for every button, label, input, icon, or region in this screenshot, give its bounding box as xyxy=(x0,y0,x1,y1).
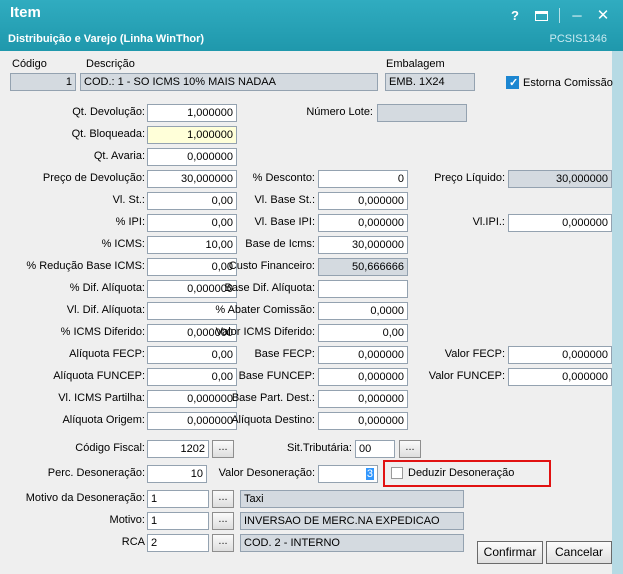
vl-icms-partilha-label: Vl. ICMS Partilha: xyxy=(58,392,145,404)
aliquota-funcep-label: Alíquota FUNCEP: xyxy=(53,370,145,382)
qt-avaria-field[interactable]: 0,000000 xyxy=(147,148,237,166)
perc-ipi-label: % IPI: xyxy=(115,216,145,228)
window-title: Item xyxy=(10,4,41,21)
motivo-desoneracao-label: Motivo da Desoneração: xyxy=(25,492,145,504)
confirmar-button[interactable]: Confirmar xyxy=(477,541,543,564)
valor-desoneracao-label: Valor Desoneração: xyxy=(218,467,315,479)
window-subtitle: Distribuição e Varejo (Linha WinThor) xyxy=(8,33,205,45)
base-icms-field[interactable]: 30,000000 xyxy=(318,236,408,254)
codigo-fiscal-browse-button[interactable]: ... xyxy=(212,440,234,458)
perc-reducao-base-icms-label: % Redução Base ICMS: xyxy=(26,260,145,272)
rca-label: RCA xyxy=(121,536,145,548)
qt-bloqueada-label: Qt. Bloqueada: xyxy=(71,128,145,140)
base-fecp-label: Base FECP: xyxy=(254,348,315,360)
vl-dif-aliquota-label: Vl. Dif. Alíquota: xyxy=(66,304,145,316)
embalagem-field: EMB. 1X24 xyxy=(385,73,475,91)
valor-fecp-field[interactable]: 0,000000 xyxy=(508,346,612,364)
item-dialog: Item ? ─ ✕ Distribuição e Varejo (Linha … xyxy=(0,0,623,574)
motivo-label: Motivo: xyxy=(109,514,145,526)
motivo-desoneracao-text-field: Taxi xyxy=(240,490,464,508)
base-dif-aliquota-field[interactable] xyxy=(318,280,408,298)
numero-lote-field xyxy=(377,104,467,122)
valor-icms-diferido-label: Valor ICMS Diferido: xyxy=(215,326,315,338)
sit-tributaria-label: Sit.Tributária: xyxy=(286,442,352,454)
vl-base-st-field[interactable]: 0,000000 xyxy=(318,192,408,210)
cancelar-button[interactable]: Cancelar xyxy=(546,541,612,564)
embalagem-label: Embalagem xyxy=(386,58,445,70)
perc-dif-aliquota-label: % Dif. Alíquota: xyxy=(69,282,145,294)
preco-liquido-field: 30,000000 xyxy=(508,170,612,188)
motivo-desoneracao-browse-button[interactable]: ... xyxy=(212,490,234,508)
descricao-label: Descrição xyxy=(86,58,135,70)
custo-financeiro-field: 50,666666 xyxy=(318,258,408,276)
vl-ipi-field[interactable]: 0,000000 xyxy=(508,214,612,232)
valor-funcep-label: Valor FUNCEP: xyxy=(428,370,505,382)
base-funcep-label: Base FUNCEP: xyxy=(238,370,315,382)
valor-icms-diferido-field[interactable]: 0,00 xyxy=(318,324,408,342)
preco-liquido-label: Preço Líquido: xyxy=(434,172,505,184)
qt-devolucao-field[interactable]: 1,000000 xyxy=(147,104,237,122)
vl-base-ipi-label: Vl. Base IPI: xyxy=(254,216,315,228)
motivo-browse-button[interactable]: ... xyxy=(212,512,234,530)
rca-browse-button[interactable]: ... xyxy=(212,534,234,552)
perc-icms-label: % ICMS: xyxy=(101,238,145,250)
vl-st-label: Vl. St.: xyxy=(112,194,145,206)
aliquota-destino-label: Alíquota Destino: xyxy=(231,414,315,426)
perc-abater-comissao-field[interactable]: 0,0000 xyxy=(318,302,408,320)
base-part-dest-label: Base Part. Dest.: xyxy=(231,392,315,404)
codigo-label: Código xyxy=(12,58,47,70)
help-icon[interactable]: ? xyxy=(506,7,524,25)
valor-desoneracao-field[interactable]: 3 xyxy=(318,465,378,483)
valor-fecp-label: Valor FECP: xyxy=(444,348,505,360)
base-dif-aliquota-label: Base Dif. Alíquota: xyxy=(224,282,316,294)
maximize-icon[interactable] xyxy=(535,11,548,21)
program-code: PCSIS1346 xyxy=(549,33,607,45)
rca-field[interactable]: 2 xyxy=(147,534,209,552)
descricao-field: COD.: 1 - SO ICMS 10% MAIS NADAA xyxy=(80,73,378,91)
estorna-comissao-checkbox[interactable] xyxy=(506,76,519,89)
estorna-comissao-label: Estorna Comissão xyxy=(523,77,613,89)
aliquota-origem-label: Alíquota Origem: xyxy=(62,414,145,426)
codigo-fiscal-label: Código Fiscal: xyxy=(75,442,145,454)
perc-desconto-label: % Desconto: xyxy=(252,172,315,184)
title-bar: Item ? ─ ✕ Distribuição e Varejo (Linha … xyxy=(0,0,623,51)
titlebar-separator xyxy=(559,8,560,23)
base-part-dest-field[interactable]: 0,000000 xyxy=(318,390,408,408)
motivo-text-field: INVERSAO DE MERC.NA EXPEDICAO xyxy=(240,512,464,530)
minimize-icon[interactable]: ─ xyxy=(568,7,586,25)
custo-financeiro-label: Custo Financeiro: xyxy=(228,260,315,272)
sit-tributaria-field[interactable]: 00 xyxy=(355,440,395,458)
aliquota-destino-field[interactable]: 0,000000 xyxy=(318,412,408,430)
vl-base-st-label: Vl. Base St.: xyxy=(254,194,315,206)
sit-tributaria-browse-button[interactable]: ... xyxy=(399,440,421,458)
motivo-desoneracao-field[interactable]: 1 xyxy=(147,490,209,508)
perc-abater-comissao-label: % Abater Comissão: xyxy=(215,304,315,316)
numero-lote-label: Número Lote: xyxy=(306,106,373,118)
preco-devolucao-label: Preço de Devolução: xyxy=(42,172,145,184)
close-icon[interactable]: ✕ xyxy=(594,7,612,25)
aliquota-fecp-label: Alíquota FECP: xyxy=(69,348,145,360)
valor-funcep-field[interactable]: 0,000000 xyxy=(508,368,612,386)
deduzir-desoneracao-label: Deduzir Desoneração xyxy=(408,467,515,479)
qt-devolucao-label: Qt. Devolução: xyxy=(72,106,145,118)
perc-desoneracao-label: Perc. Desoneração: xyxy=(47,467,145,479)
qt-bloqueada-field[interactable]: 1,000000 xyxy=(147,126,237,144)
deduzir-desoneracao-checkbox[interactable] xyxy=(391,467,403,479)
window-frame-right xyxy=(612,51,623,574)
rca-text-field: COD. 2 - INTERNO xyxy=(240,534,464,552)
codigo-field: 1 xyxy=(10,73,76,91)
codigo-fiscal-field[interactable]: 1202 xyxy=(147,440,209,458)
motivo-field[interactable]: 1 xyxy=(147,512,209,530)
qt-avaria-label: Qt. Avaria: xyxy=(93,150,145,162)
vl-ipi-label: Vl.IPI.: xyxy=(472,216,505,228)
selected-value-text: 3 xyxy=(365,468,374,480)
base-icms-label: Base de Icms: xyxy=(245,238,315,250)
perc-icms-diferido-label: % ICMS Diferido: xyxy=(60,326,145,338)
